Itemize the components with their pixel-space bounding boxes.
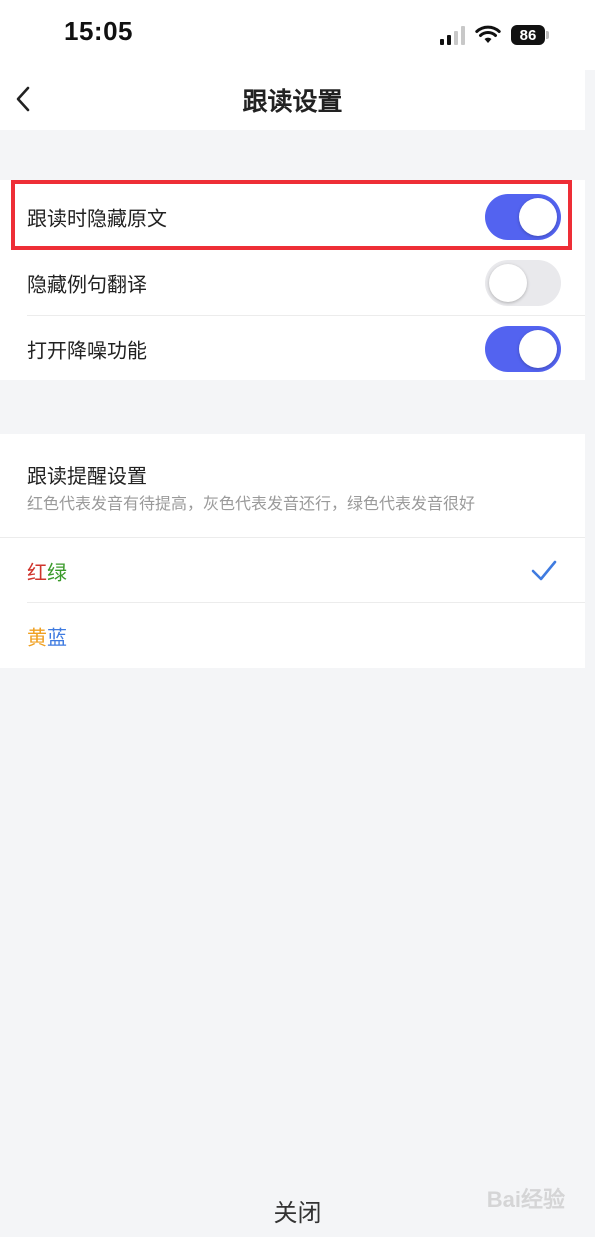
option-label: 红绿 bbox=[27, 556, 67, 585]
signal-icon bbox=[440, 25, 465, 45]
hide-original-switch[interactable] bbox=[485, 194, 561, 240]
setting-row-hide-original: 跟读时隐藏原文 bbox=[0, 184, 585, 250]
option-color-blue: 蓝 bbox=[47, 625, 67, 649]
reminder-subtitle: 红色代表发音有待提高，灰色代表发音还行，绿色代表发音很好 bbox=[27, 494, 476, 513]
page-title: 跟读设置 bbox=[242, 87, 343, 116]
nav-bar: 跟读设置 bbox=[0, 70, 585, 130]
switch-knob bbox=[519, 330, 557, 368]
reminder-title: 跟读提醒设置 bbox=[27, 464, 147, 488]
close-button[interactable]: 关闭 bbox=[0, 1193, 595, 1228]
switch-knob bbox=[489, 264, 527, 302]
option-red-green[interactable]: 红绿 bbox=[0, 538, 585, 603]
option-label: 黄蓝 bbox=[27, 621, 67, 650]
setting-label: 打开降噪功能 bbox=[27, 338, 147, 363]
reminder-settings-card: 跟读提醒设置 红色代表发音有待提高，灰色代表发音还行，绿色代表发音很好 红绿 黄… bbox=[0, 434, 585, 668]
wifi-icon bbox=[475, 25, 501, 43]
status-time: 15:05 bbox=[64, 16, 133, 46]
setting-label: 隐藏例句翻译 bbox=[27, 272, 147, 297]
status-bar: 15:05 86 bbox=[0, 0, 595, 70]
option-color-red: 红 bbox=[27, 560, 47, 584]
hide-translation-switch[interactable] bbox=[485, 260, 561, 306]
switch-knob bbox=[519, 198, 557, 236]
status-icons: 86 bbox=[440, 22, 549, 48]
setting-row-noise-reduction: 打开降噪功能 bbox=[0, 316, 585, 382]
toggle-settings-card: 跟读时隐藏原文 隐藏例句翻译 打开降噪功能 bbox=[0, 180, 585, 380]
option-yellow-blue[interactable]: 黄蓝 bbox=[0, 603, 585, 668]
setting-row-hide-translation: 隐藏例句翻译 bbox=[0, 250, 585, 316]
option-color-yellow: 黄 bbox=[27, 625, 47, 649]
noise-reduction-switch[interactable] bbox=[485, 326, 561, 372]
option-color-green: 绿 bbox=[47, 560, 67, 584]
battery-icon: 86 bbox=[511, 25, 549, 45]
setting-label: 跟读时隐藏原文 bbox=[27, 206, 167, 231]
check-icon bbox=[531, 560, 557, 580]
